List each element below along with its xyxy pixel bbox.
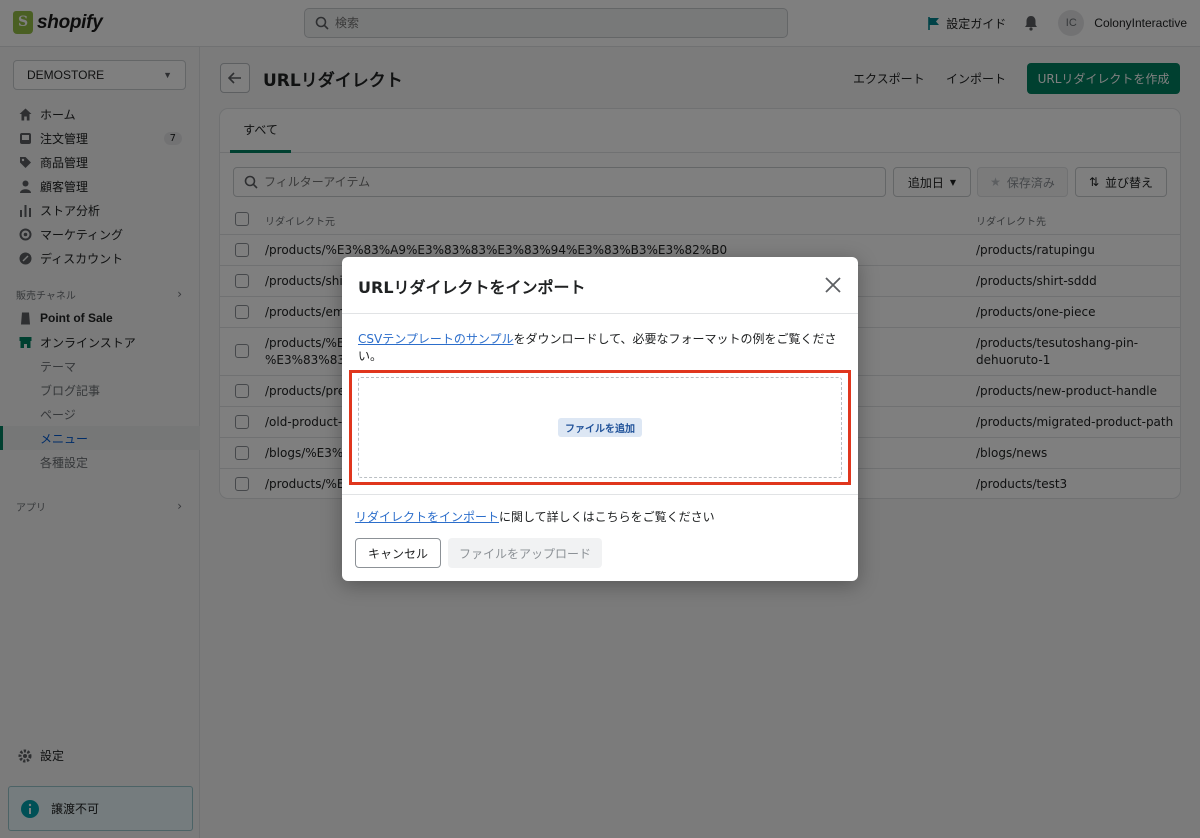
modal-title: URLリダイレクトをインポート [358, 278, 586, 297]
modal-intro: CSVテンプレートのサンプルをダウンロードして、必要なフォーマットの例をご覧くだ… [358, 331, 838, 365]
close-icon[interactable] [824, 276, 842, 294]
modal-divider [342, 494, 858, 495]
csv-template-link[interactable]: CSVテンプレートのサンプル [358, 332, 514, 346]
learn-more-rest: に関して詳しくはこちらをご覧ください [499, 510, 715, 524]
upload-file-button[interactable]: ファイルをアップロード [448, 538, 602, 568]
import-redirects-modal: URLリダイレクトをインポート CSVテンプレートのサンプルをダウンロードして、… [342, 257, 858, 581]
add-file-button[interactable]: ファイルを追加 [558, 418, 642, 437]
file-dropzone[interactable]: ファイルを追加 [358, 377, 842, 478]
import-redirects-help-link[interactable]: リダイレクトをインポート [355, 510, 499, 524]
cancel-button[interactable]: キャンセル [355, 538, 441, 568]
learn-more-text: リダイレクトをインポートに関して詳しくはこちらをご覧ください [355, 508, 715, 525]
